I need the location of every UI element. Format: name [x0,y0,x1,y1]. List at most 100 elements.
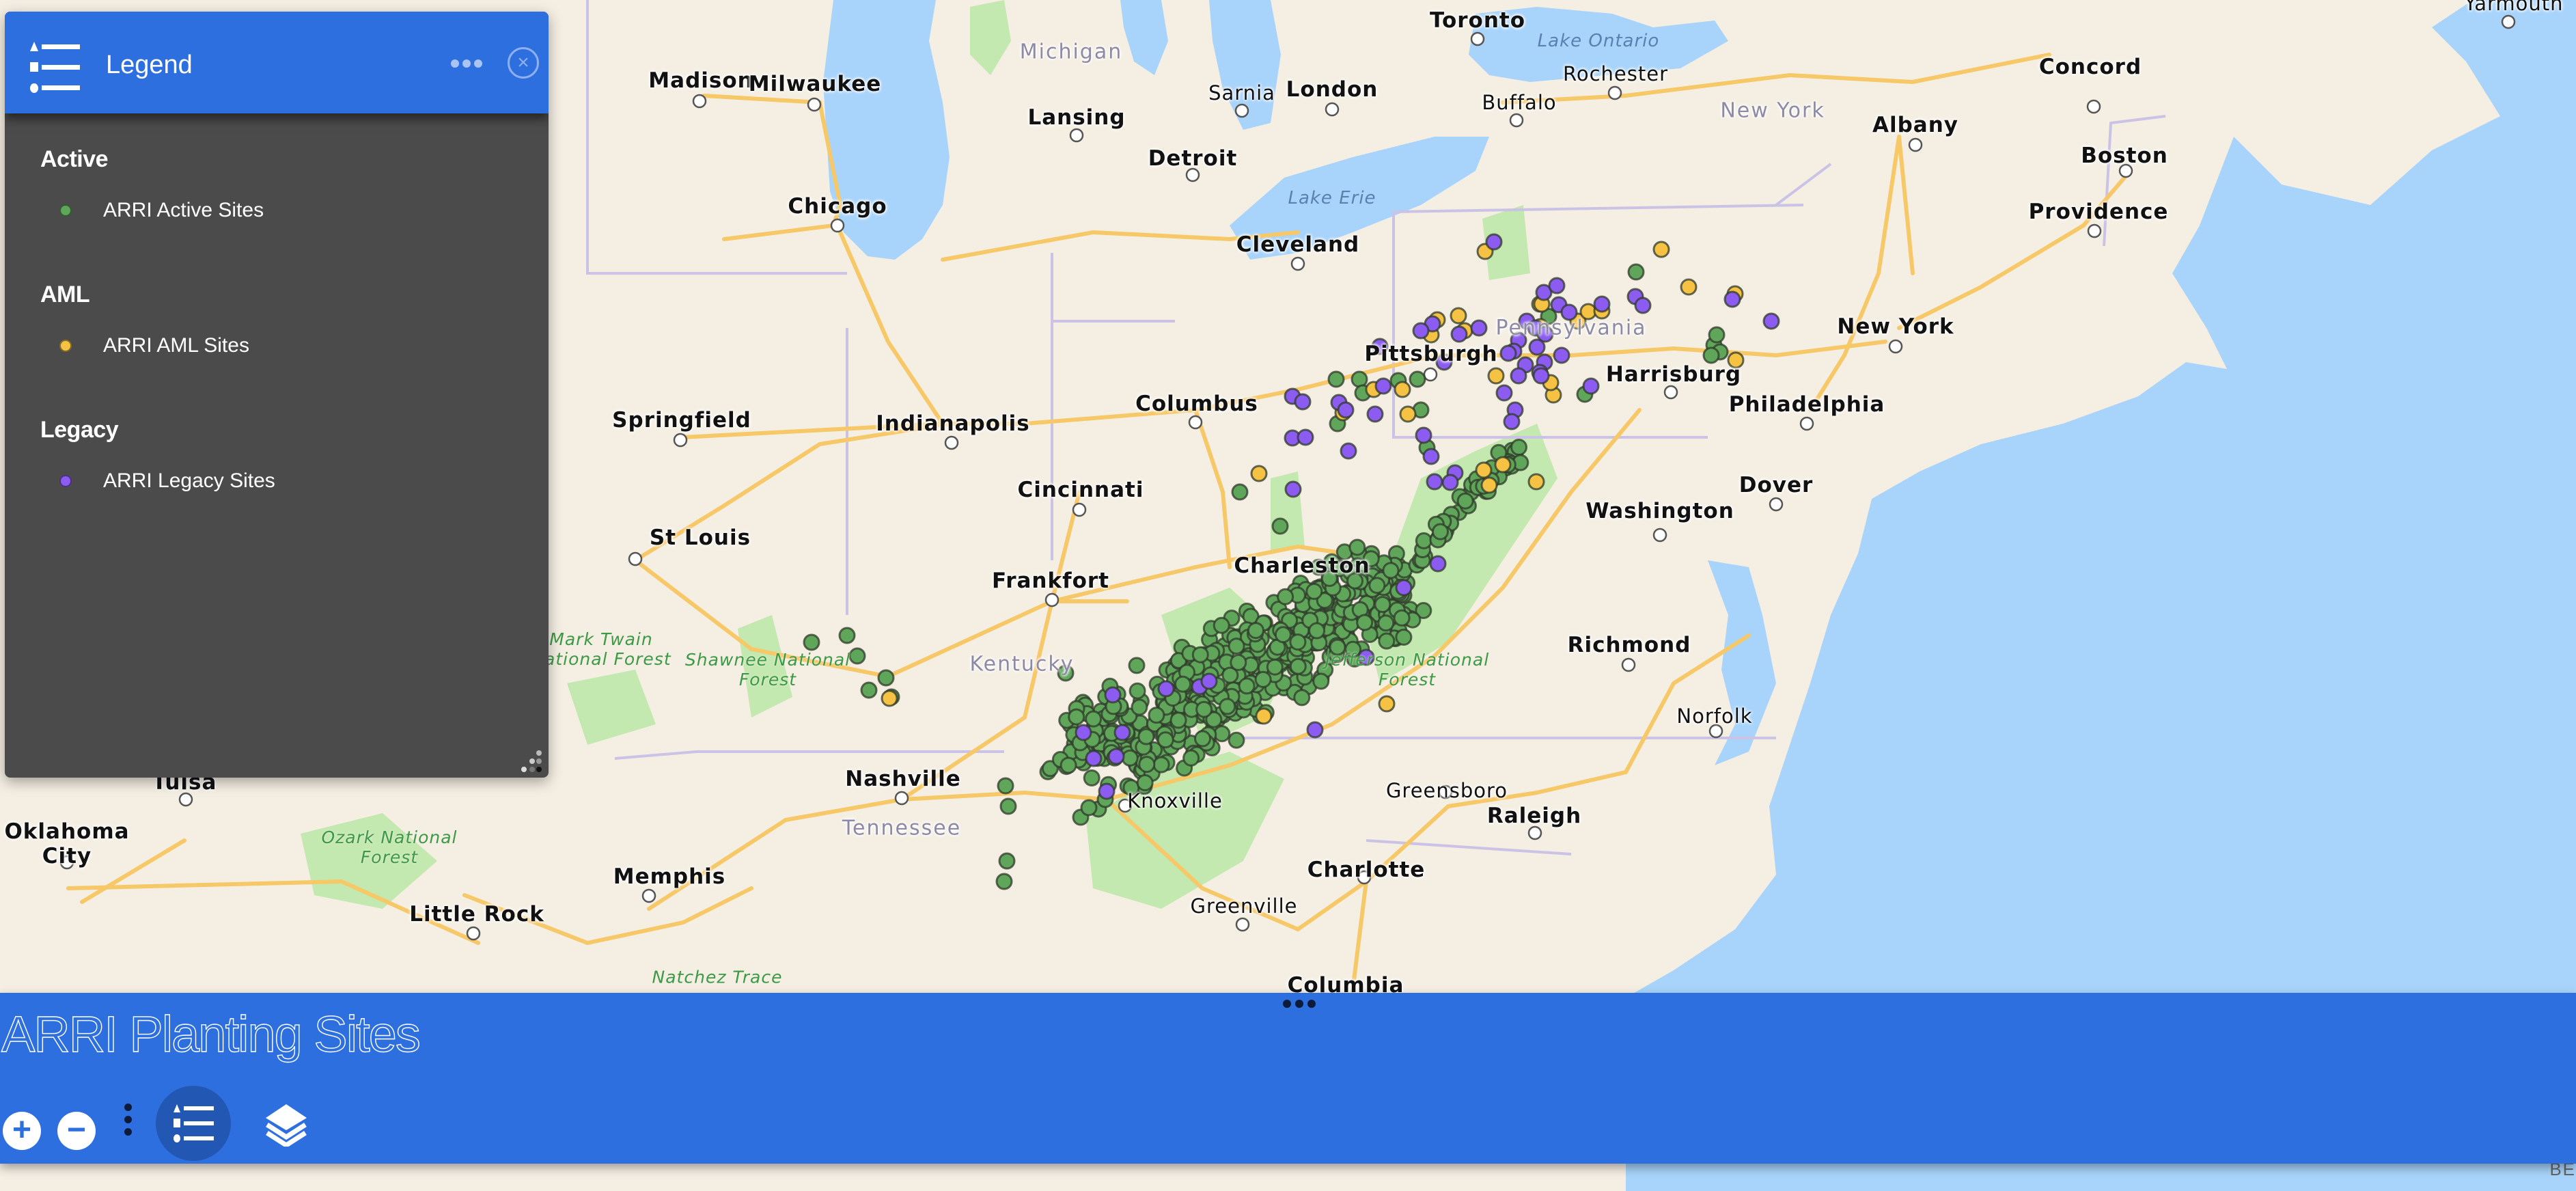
legacy-site-point[interactable] [1306,721,1324,739]
legacy-site-point[interactable] [1582,377,1600,395]
close-circle-icon[interactable]: × [508,47,539,79]
legacy-site-point[interactable] [1485,233,1503,251]
active-site-point[interactable] [1415,532,1432,549]
legacy-site-point[interactable] [1412,322,1430,340]
active-site-point[interactable] [1254,670,1272,688]
legacy-site-point[interactable] [1548,277,1566,295]
active-site-point[interactable] [1085,710,1103,728]
active-site-point[interactable] [1128,682,1146,700]
legacy-site-point[interactable] [1510,367,1527,385]
zoom-out-button[interactable]: − [57,1112,96,1150]
legend-panel[interactable]: Legend × Active ARRI Active Sites AML AR… [5,12,549,778]
active-site-point[interactable] [1231,483,1249,501]
vertical-ellipsis-icon[interactable] [124,1104,134,1140]
active-site-point[interactable] [1083,769,1100,786]
active-site-point[interactable] [1289,633,1307,651]
legacy-site-point[interactable] [1294,393,1312,411]
active-site-point[interactable] [860,681,878,699]
active-site-point[interactable] [1409,370,1426,388]
active-site-point[interactable] [998,852,1016,870]
zoom-in-button[interactable]: + [3,1112,41,1150]
aml-site-point[interactable] [1494,456,1512,474]
active-site-point[interactable] [1289,657,1307,675]
active-site-point[interactable] [1060,756,1077,774]
legacy-site-point[interactable] [1107,748,1125,765]
active-site-point[interactable] [999,797,1017,815]
active-site-point[interactable] [1219,698,1236,715]
active-site-point[interactable] [1510,439,1527,456]
active-site-point[interactable] [1080,799,1098,817]
legend-item-legacy-sites[interactable]: ARRI Legacy Sites [59,469,275,493]
legacy-site-point[interactable] [1104,686,1122,704]
active-site-point[interactable] [1213,616,1230,634]
active-site-point[interactable] [1228,638,1245,655]
active-site-point[interactable] [995,873,1013,890]
active-site-point[interactable] [1238,677,1256,695]
legacy-site-point[interactable] [1422,448,1440,465]
legacy-site-point[interactable] [1528,338,1546,356]
active-site-point[interactable] [1138,756,1156,774]
active-site-point[interactable] [1152,756,1170,774]
active-site-point[interactable] [1121,749,1139,767]
active-site-point[interactable] [1169,711,1187,729]
legacy-site-point[interactable] [1297,428,1314,446]
legacy-site-point[interactable] [1553,346,1570,364]
active-site-point[interactable] [1157,731,1174,749]
active-site-point[interactable] [1247,622,1264,640]
legend-button[interactable] [156,1086,231,1161]
active-site-point[interactable] [1230,654,1247,671]
legacy-site-point[interactable] [1284,480,1302,498]
active-site-point[interactable] [1456,492,1474,510]
active-site-point[interactable] [1356,614,1374,631]
aml-site-point[interactable] [1487,367,1505,385]
active-site-point[interactable] [1305,583,1323,600]
legacy-site-point[interactable] [1634,297,1652,314]
active-site-point[interactable] [997,777,1014,795]
aml-site-point[interactable] [1527,473,1545,491]
aml-site-point[interactable] [1680,278,1698,296]
legacy-site-point[interactable] [1426,473,1443,491]
active-site-point[interactable] [1327,370,1345,388]
active-site-point[interactable] [1395,629,1413,646]
active-site-point[interactable] [1136,774,1154,791]
aml-site-point[interactable] [881,689,898,707]
layers-button[interactable] [247,1086,322,1161]
active-site-point[interactable] [1266,658,1284,676]
active-site-point[interactable] [1702,346,1720,364]
active-site-point[interactable] [1393,609,1411,627]
legacy-site-point[interactable] [1374,377,1392,395]
legacy-site-point[interactable] [1593,295,1611,313]
active-site-point[interactable] [1432,523,1449,540]
active-site-point[interactable] [1627,263,1645,281]
active-site-point[interactable] [1374,596,1391,614]
legacy-site-point[interactable] [1762,312,1780,330]
active-site-point[interactable] [1368,577,1386,594]
legacy-site-point[interactable] [1495,384,1513,402]
resize-handle-icon[interactable] [518,749,543,774]
legacy-site-point[interactable] [1499,344,1517,362]
active-site-point[interactable] [1137,728,1155,745]
legacy-site-point[interactable] [1470,319,1488,337]
legacy-site-point[interactable] [1157,680,1175,698]
legacy-site-point[interactable] [1113,724,1131,741]
active-site-point[interactable] [838,627,856,644]
active-site-point[interactable] [1174,675,1191,693]
legacy-site-point[interactable] [1200,672,1218,690]
aml-site-point[interactable] [1394,381,1411,398]
legend-item-active-sites[interactable]: ARRI Active Sites [59,199,264,222]
legacy-site-point[interactable] [1441,474,1459,491]
panel-resize-handle[interactable] [1283,1000,1316,1008]
legend-header[interactable]: Legend × [5,12,549,113]
legacy-site-point[interactable] [1075,724,1092,741]
active-site-point[interactable] [1182,749,1200,767]
active-site-point[interactable] [1068,708,1085,726]
active-site-point[interactable] [1351,370,1368,388]
active-site-point[interactable] [1195,700,1213,718]
legacy-site-point[interactable] [1098,782,1116,800]
legacy-site-point[interactable] [1503,413,1521,430]
active-site-point[interactable] [877,669,895,687]
active-site-point[interactable] [1128,657,1146,674]
aml-site-point[interactable] [1450,307,1467,325]
active-site-point[interactable] [1277,588,1294,605]
aml-site-point[interactable] [1399,405,1417,423]
